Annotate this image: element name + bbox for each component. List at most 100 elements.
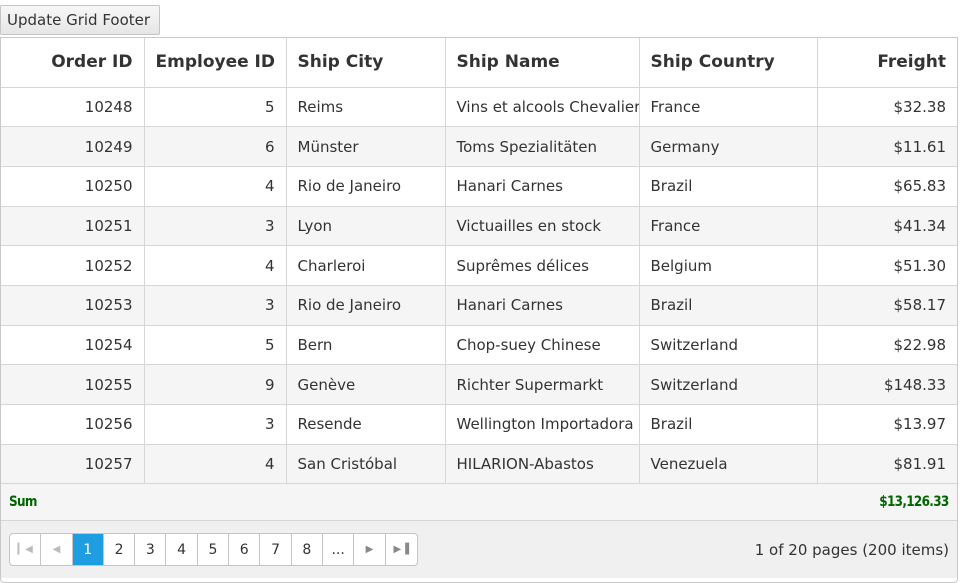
cell-ship-country[interactable]: Venezuela xyxy=(639,444,818,485)
cell-ship-name[interactable]: Richter Supermarkt xyxy=(445,364,640,405)
cell-employee-id[interactable]: 3 xyxy=(144,404,287,445)
cell-freight[interactable]: $148.33 xyxy=(817,364,957,405)
table-row[interactable]: 10252 4 Charleroi Suprêmes délices Belgium $5… xyxy=(1,245,957,286)
cell-ship-country[interactable]: Brazil xyxy=(639,285,818,326)
first-page-icon[interactable]: ▎◀ xyxy=(10,534,42,566)
header-row: Order ID Employee ID Ship City Ship Name… xyxy=(1,38,957,88)
cell-employee-id[interactable]: 3 xyxy=(144,285,287,326)
table-row[interactable]: 10255 9 Genève Richter Supermarkt Switzerlan… xyxy=(1,364,957,405)
cell-freight[interactable]: $22.98 xyxy=(817,325,957,366)
cell-ship-name[interactable]: Toms Spezialitäten xyxy=(445,126,640,167)
page-button-4[interactable]: 4 xyxy=(166,534,198,566)
table-row[interactable]: 10251 3 Lyon Victuailles en stock France $41.… xyxy=(1,206,957,247)
column-header-order-id[interactable]: Order ID xyxy=(1,38,145,88)
cell-ship-city[interactable]: Resende xyxy=(286,404,446,445)
cell-order-id[interactable]: 10257 xyxy=(1,444,145,485)
cell-freight[interactable]: $11.61 xyxy=(817,126,957,167)
cell-order-id[interactable]: 10250 xyxy=(1,166,145,207)
cell-freight[interactable]: $81.91 xyxy=(817,444,957,485)
page-button-more[interactable]: ... xyxy=(323,534,355,566)
table-row[interactable]: 10249 6 Münster Toms Spezialitäten Germany $1… xyxy=(1,126,957,167)
column-header-ship-name[interactable]: Ship Name xyxy=(445,38,640,88)
page-button-2[interactable]: 2 xyxy=(104,534,136,566)
cell-ship-city[interactable]: Münster xyxy=(286,126,446,167)
column-header-ship-city[interactable]: Ship City xyxy=(286,38,446,88)
previous-page-icon[interactable]: ◀ xyxy=(41,534,73,566)
table-row[interactable]: 10257 4 San Cristóbal HILARION-Abastos Venez… xyxy=(1,444,957,485)
cell-order-id[interactable]: 10256 xyxy=(1,404,145,445)
cell-employee-id[interactable]: 4 xyxy=(144,444,287,485)
cell-ship-city[interactable]: Charleroi xyxy=(286,245,446,286)
cell-ship-name[interactable]: Chop-suey Chinese xyxy=(445,325,640,366)
cell-employee-id[interactable]: 5 xyxy=(144,325,287,366)
cell-ship-country[interactable]: Belgium xyxy=(639,245,818,286)
pager-info: 1 of 20 pages (200 items) xyxy=(754,540,949,559)
cell-ship-name[interactable]: Suprêmes délices xyxy=(445,245,640,286)
pager: ▎◀ ◀ 1 2 3 4 5 6 7 8 ... ▶ ▶▐ 1 of 20 pa… xyxy=(1,521,957,579)
cell-employee-id[interactable]: 4 xyxy=(144,245,287,286)
page-button-3[interactable]: 3 xyxy=(135,534,167,566)
cell-freight[interactable]: $58.17 xyxy=(817,285,957,326)
table-row[interactable]: 10253 3 Rio de Janeiro Hanari Carnes Brazil $… xyxy=(1,285,957,326)
cell-ship-country[interactable]: France xyxy=(639,206,818,247)
cell-freight[interactable]: $13.97 xyxy=(817,404,957,445)
grid-body: 10248 5 Reims Vins et alcools Chevalier Fran… xyxy=(1,87,957,485)
update-grid-footer-button[interactable]: Update Grid Footer xyxy=(0,5,160,35)
orders-grid: Order ID Employee ID Ship City Ship Name… xyxy=(0,37,958,583)
table-row[interactable]: 10250 4 Rio de Janeiro Hanari Carnes Brazil $… xyxy=(1,166,957,207)
cell-ship-country[interactable]: Germany xyxy=(639,126,818,167)
cell-ship-city[interactable]: Rio de Janeiro xyxy=(286,166,446,207)
cell-employee-id[interactable]: 9 xyxy=(144,364,287,405)
cell-freight[interactable]: $41.34 xyxy=(817,206,957,247)
cell-ship-country[interactable]: Switzerland xyxy=(639,325,818,366)
pager-buttons: ▎◀ ◀ 1 2 3 4 5 6 7 8 ... ▶ ▶▐ xyxy=(9,533,418,567)
cell-ship-city[interactable]: Lyon xyxy=(286,206,446,247)
table-row[interactable]: 10248 5 Reims Vins et alcools Chevalier Fran… xyxy=(1,87,957,128)
grid-table: Order ID Employee ID Ship City Ship Name… xyxy=(1,38,957,485)
cell-employee-id[interactable]: 6 xyxy=(144,126,287,167)
page-button-5[interactable]: 5 xyxy=(198,534,230,566)
cell-ship-country[interactable]: Switzerland xyxy=(639,364,818,405)
cell-order-id[interactable]: 10249 xyxy=(1,126,145,167)
cell-ship-country[interactable]: Brazil xyxy=(639,166,818,207)
cell-ship-country[interactable]: France xyxy=(639,87,818,128)
cell-order-id[interactable]: 10252 xyxy=(1,245,145,286)
cell-freight[interactable]: $51.30 xyxy=(817,245,957,286)
cell-ship-name[interactable]: Vins et alcools Chevalier xyxy=(445,87,640,128)
table-row[interactable]: 10254 5 Bern Chop-suey Chinese Switzerland $2… xyxy=(1,325,957,366)
cell-order-id[interactable]: 10255 xyxy=(1,364,145,405)
cell-ship-city[interactable]: Bern xyxy=(286,325,446,366)
page-button-7[interactable]: 7 xyxy=(260,534,292,566)
cell-employee-id[interactable]: 4 xyxy=(144,166,287,207)
table-row[interactable]: 10256 3 Resende Wellington Importadora Brazi… xyxy=(1,404,957,445)
sum-value: $13,126.33 xyxy=(879,494,950,511)
cell-ship-name[interactable]: Wellington Importadora xyxy=(445,404,640,445)
page-button-8[interactable]: 8 xyxy=(292,534,323,566)
last-page-icon[interactable]: ▶▐ xyxy=(386,534,417,565)
sum-label: Sum xyxy=(9,494,37,511)
cell-ship-name[interactable]: Hanari Carnes xyxy=(445,285,640,326)
column-header-freight[interactable]: Freight xyxy=(817,38,957,88)
next-page-icon[interactable]: ▶ xyxy=(354,534,386,566)
cell-ship-name[interactable]: Victuailles en stock xyxy=(445,206,640,247)
cell-ship-name[interactable]: Hanari Carnes xyxy=(445,166,640,207)
column-header-ship-country[interactable]: Ship Country xyxy=(639,38,818,88)
page-button-1[interactable]: 1 xyxy=(72,534,104,566)
cell-freight[interactable]: $65.83 xyxy=(817,166,957,207)
cell-order-id[interactable]: 10248 xyxy=(1,87,145,128)
cell-order-id[interactable]: 10253 xyxy=(1,285,145,326)
cell-ship-name[interactable]: HILARION-Abastos xyxy=(445,444,640,485)
cell-order-id[interactable]: 10251 xyxy=(1,206,145,247)
cell-ship-city[interactable]: Rio de Janeiro xyxy=(286,285,446,326)
cell-employee-id[interactable]: 5 xyxy=(144,87,287,128)
cell-ship-city[interactable]: Genève xyxy=(286,364,446,405)
column-header-employee-id[interactable]: Employee ID xyxy=(144,38,287,88)
cell-employee-id[interactable]: 3 xyxy=(144,206,287,247)
cell-order-id[interactable]: 10254 xyxy=(1,325,145,366)
cell-ship-city[interactable]: San Cristóbal xyxy=(286,444,446,485)
aggregate-footer-row: Sum $13,126.33 xyxy=(1,484,957,522)
cell-ship-city[interactable]: Reims xyxy=(286,87,446,128)
cell-freight[interactable]: $32.38 xyxy=(817,87,957,128)
page-button-6[interactable]: 6 xyxy=(229,534,261,566)
cell-ship-country[interactable]: Brazil xyxy=(639,404,818,445)
